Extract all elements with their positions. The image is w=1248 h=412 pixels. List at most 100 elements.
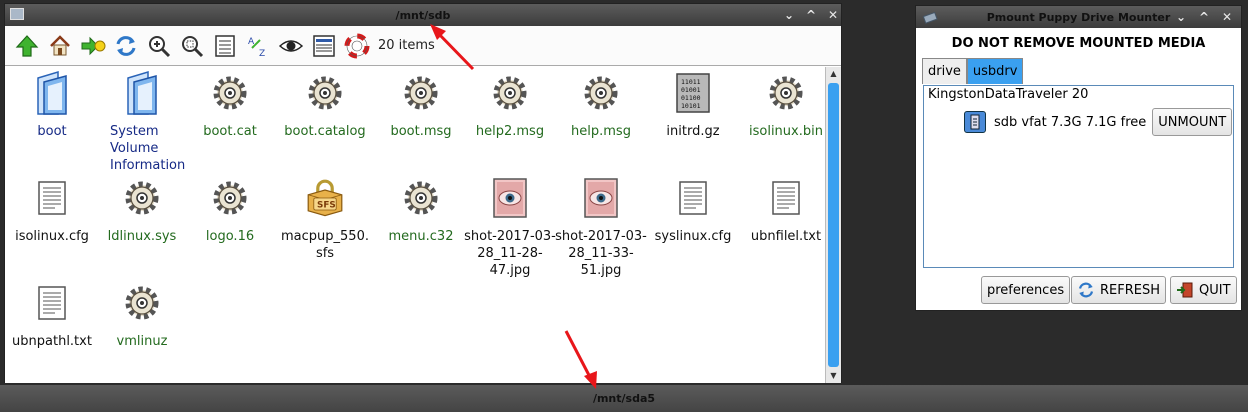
svg-text:Z: Z (259, 49, 265, 58)
text-file-icon (673, 176, 713, 220)
file-name: syslinux.cfg (654, 229, 732, 244)
device-panel: KingstonDataTraveler 20 sdb vfat 7.3G 7.… (923, 85, 1234, 268)
file-item[interactable]: logo.16 (184, 176, 276, 245)
quit-button[interactable]: QUIT (1170, 276, 1237, 304)
file-name: isolinux.bin (749, 124, 823, 139)
svg-text:01001: 01001 (681, 86, 701, 94)
file-item[interactable]: ubnfilel.txt (740, 176, 832, 245)
file-item[interactable]: System Volume Information (96, 70, 188, 174)
refresh-label: REFRESH (1100, 282, 1160, 298)
file-item[interactable]: SFS macpup_550.sfs (279, 176, 371, 262)
device-row: sdb vfat 7.3G 7.1G free UNMOUNT (964, 108, 1233, 136)
executable-gear-icon (490, 71, 530, 115)
refresh-icon[interactable] (112, 32, 140, 60)
pmount-maximize-button[interactable]: ^ (1196, 9, 1212, 25)
executable-gear-icon (766, 71, 806, 115)
svg-text:11011: 11011 (681, 78, 701, 86)
file-item[interactable]: isolinux.cfg (6, 176, 98, 245)
pmount-window: Pmount Puppy Drive Mounter ⌄ ^ ✕ DO NOT … (915, 5, 1242, 311)
file-item[interactable]: boot.catalog (279, 71, 371, 140)
up-arrow-icon[interactable] (13, 32, 41, 60)
file-item[interactable]: shot-2017-03-28_11-33-51.jpg (555, 176, 647, 279)
bottom-bar-title: /mnt/sda5 (592, 392, 656, 405)
file-name: boot.catalog (284, 124, 366, 139)
drive-tabs: drive usbdrv (922, 58, 1024, 84)
file-item[interactable]: ubnpathl.txt (6, 281, 98, 350)
svg-text:SFS: SFS (317, 201, 336, 211)
zoom-fit-icon[interactable] (178, 32, 206, 60)
file-name: vmlinuz (116, 334, 168, 349)
file-name: initrd.gz (666, 124, 720, 139)
scrollbar-thumb[interactable] (828, 83, 839, 367)
list-view-icon[interactable] (310, 32, 338, 60)
folder-icon (122, 70, 162, 115)
file-item[interactable]: menu.c32 (375, 176, 467, 245)
window-app-icon (10, 8, 24, 20)
pmount-app-icon (922, 9, 940, 28)
sfs-package-icon: SFS (305, 176, 345, 220)
text-file-icon (766, 176, 806, 220)
file-item[interactable]: boot (6, 70, 98, 140)
pmount-close-button[interactable]: ✕ (1219, 9, 1235, 25)
file-name: boot.msg (390, 124, 452, 139)
file-item[interactable]: shot-2017-03-28_11-28-47.jpg (464, 176, 556, 279)
executable-gear-icon (122, 176, 162, 220)
file-name: shot-2017-03-28_11-33-51.jpg (555, 229, 647, 278)
file-item[interactable]: help2.msg (464, 71, 556, 140)
file-area[interactable]: boot System Volume Information boot.cat boo… (5, 67, 825, 383)
unmount-button[interactable]: UNMOUNT (1152, 108, 1233, 136)
maximize-button[interactable]: ^ (803, 7, 819, 23)
executable-gear-icon (210, 71, 250, 115)
scroll-down-button[interactable]: ▼ (826, 369, 841, 383)
executable-gear-icon (401, 71, 441, 115)
drive-icon[interactable] (964, 111, 986, 133)
zoom-in-icon[interactable] (145, 32, 173, 60)
home-icon[interactable] (46, 32, 74, 60)
sort-az-icon[interactable]: AZ (244, 32, 272, 60)
tab-usbdrv[interactable]: usbdrv (966, 58, 1024, 84)
filer-title: /mnt/sdb (395, 8, 451, 22)
eye-icon[interactable] (277, 32, 305, 60)
pmount-minimize-button[interactable]: ⌄ (1173, 9, 1189, 25)
filer-titlebar[interactable]: /mnt/sdb ⌄ ^ ✕ (5, 4, 841, 26)
file-item[interactable]: vmlinuz (96, 281, 188, 350)
bottom-titlebar[interactable]: /mnt/sda5 (0, 385, 1248, 412)
file-name: menu.c32 (388, 229, 454, 244)
tab-drive[interactable]: drive (922, 58, 967, 84)
details-icon[interactable] (211, 32, 239, 60)
warning-heading: DO NOT REMOVE MOUNTED MEDIA (951, 36, 1206, 51)
vertical-scrollbar[interactable]: ▲ ▼ (825, 67, 841, 383)
file-name: boot.cat (203, 124, 257, 139)
preferences-button[interactable]: preferences (981, 276, 1071, 304)
file-name: ubnfilel.txt (750, 229, 822, 244)
goto-arrow-icon[interactable] (79, 32, 107, 60)
file-name: ldlinux.sys (107, 229, 177, 244)
file-item[interactable]: boot.msg (375, 71, 467, 140)
refresh-icon (1077, 281, 1095, 299)
refresh-button[interactable]: REFRESH (1071, 276, 1166, 304)
filer-window: /mnt/sdb ⌄ ^ ✕ AZ 20 items boot System V… (4, 3, 842, 383)
device-info: sdb vfat 7.3G 7.1G free (994, 114, 1147, 130)
file-name: help.msg (571, 124, 631, 139)
scroll-up-button[interactable]: ▲ (826, 67, 841, 81)
file-item[interactable]: ldlinux.sys (96, 176, 188, 245)
file-item[interactable]: syslinux.cfg (647, 176, 739, 245)
binary-file-icon: 11011 01001 01100 10101 (673, 71, 713, 115)
text-file-icon (32, 281, 72, 325)
file-item[interactable]: help.msg (555, 71, 647, 140)
file-item[interactable]: isolinux.bin (740, 71, 832, 140)
file-item[interactable]: boot.cat (184, 71, 276, 140)
executable-gear-icon (305, 71, 345, 115)
file-item[interactable]: 11011 01001 01100 10101 initrd.gz (647, 71, 739, 140)
image-file-icon (490, 176, 530, 220)
pmount-titlebar[interactable]: Pmount Puppy Drive Mounter ⌄ ^ ✕ (916, 6, 1241, 28)
help-icon[interactable] (343, 32, 371, 60)
executable-gear-icon (581, 71, 621, 115)
close-button[interactable]: ✕ (825, 7, 841, 23)
device-name: KingstonDataTraveler 20 (928, 87, 1089, 102)
quit-label: QUIT (1199, 282, 1231, 298)
item-count: 20 items (378, 38, 435, 53)
file-name: boot (37, 124, 67, 139)
minimize-button[interactable]: ⌄ (781, 7, 797, 23)
executable-gear-icon (401, 176, 441, 220)
